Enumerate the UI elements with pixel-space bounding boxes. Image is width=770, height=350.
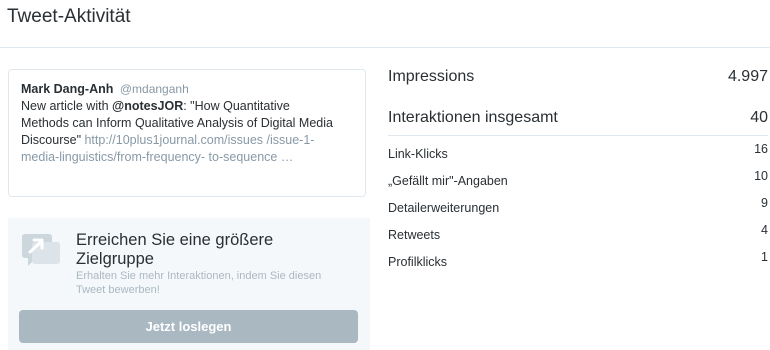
get-started-button[interactable]: Jetzt loslegen xyxy=(19,310,358,343)
tweet-text: New article with @notesJOR: "How Quantit… xyxy=(21,98,341,166)
metrics-breakdown: Link-Klicks 16 „Gefällt mir"-Angaben 10 … xyxy=(388,141,770,276)
metric-likes: „Gefällt mir"-Angaben 10 xyxy=(388,168,768,195)
promote-subtext: Erhalten Sie mehr Interaktionen, indem S… xyxy=(76,270,322,296)
author-handle[interactable]: @mdanganh xyxy=(120,82,189,96)
metric-link-clicks: Link-Klicks 16 xyxy=(388,141,768,168)
promote-panel: Erreichen Sie eine größere Zielgruppe Er… xyxy=(8,218,370,350)
metric-label: Interaktionen insgesamt xyxy=(388,109,558,126)
metric-interactions: Interaktionen insgesamt 40 xyxy=(388,101,768,136)
tweet-text-prefix: New article with xyxy=(21,99,112,113)
page-header: Tweet-Aktivität xyxy=(0,0,770,48)
metric-label: Detailerweiterungen xyxy=(388,201,500,215)
metric-label: Link-Klicks xyxy=(388,147,448,161)
metric-value: 10 xyxy=(754,169,768,183)
promote-icon xyxy=(20,232,62,268)
metric-value: 4 xyxy=(761,223,768,237)
metrics-panel: Impressions 4.997 Interaktionen insgesam… xyxy=(388,60,770,276)
tweet-card[interactable]: Mark Dang-Anh @mdanganh New article with… xyxy=(8,69,366,197)
metric-label: „Gefällt mir"-Angaben xyxy=(388,174,508,188)
metric-value: 40 xyxy=(750,109,768,126)
metric-value: 16 xyxy=(754,142,768,156)
promote-heading: Erreichen Sie eine größere Zielgruppe xyxy=(76,231,274,268)
metric-label: Impressions xyxy=(388,68,475,85)
metric-label: Retweets xyxy=(388,228,441,242)
page-title: Tweet-Aktivität xyxy=(7,6,131,27)
metric-impressions: Impressions 4.997 xyxy=(388,60,768,101)
tweet-mention[interactable]: @notesJOR xyxy=(112,99,183,113)
metric-value: 1 xyxy=(761,250,768,264)
metric-detail-expands: Detailerweiterungen 9 xyxy=(388,195,768,222)
metric-label: Profilklicks xyxy=(388,255,448,269)
metric-value: 9 xyxy=(761,196,768,210)
metric-retweets: Retweets 4 xyxy=(388,222,768,249)
author-name[interactable]: Mark Dang-Anh xyxy=(21,82,113,96)
tweet-author: Mark Dang-Anh @mdanganh xyxy=(21,82,353,96)
metric-value: 4.997 xyxy=(727,68,768,85)
metric-profile-clicks: Profilklicks 1 xyxy=(388,249,768,276)
